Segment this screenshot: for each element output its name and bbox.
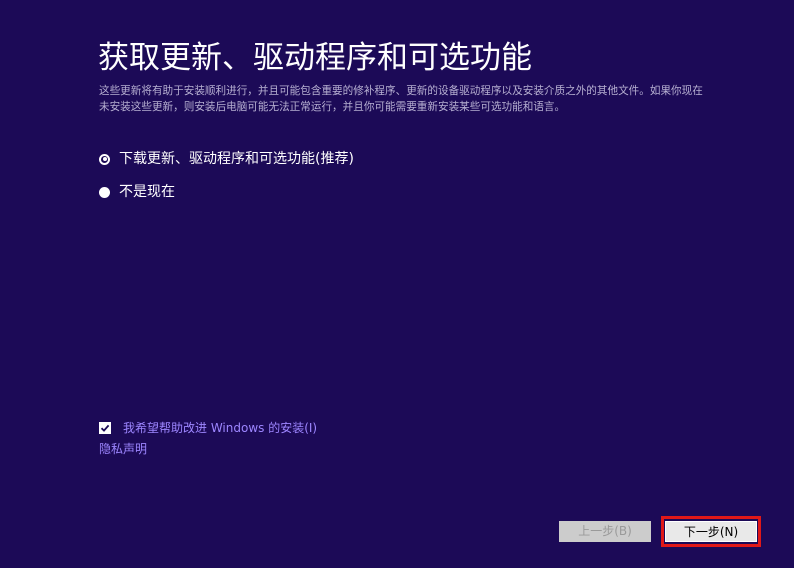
improve-windows-checkbox[interactable]	[99, 422, 111, 434]
checkmark-icon	[100, 424, 110, 432]
option-not-now[interactable]: 不是现在	[99, 183, 175, 201]
improve-windows-row[interactable]: 我希望帮助改进 Windows 的安装(I)	[99, 420, 317, 436]
improve-windows-link[interactable]: 我希望帮助改进 Windows 的安装(I)	[123, 420, 317, 436]
back-button[interactable]: 上一步(B)	[559, 521, 651, 542]
radio-unselected-icon[interactable]	[99, 186, 110, 198]
next-button[interactable]: 下一步(N)	[665, 521, 757, 542]
option-download-updates-label: 下载更新、驱动程序和可选功能(推荐)	[119, 151, 354, 167]
option-not-now-label: 不是现在	[119, 184, 175, 200]
page-description: 这些更新将有助于安装顺利进行，并且可能包含重要的修补程序、更新的设备驱动程序以及…	[99, 85, 703, 113]
privacy-statement-link[interactable]: 隐私声明	[99, 441, 147, 457]
option-download-updates[interactable]: 下载更新、驱动程序和可选功能(推荐)	[99, 150, 354, 168]
page-title: 获取更新、驱动程序和可选功能	[98, 40, 532, 76]
radio-selected-icon[interactable]	[99, 153, 110, 165]
